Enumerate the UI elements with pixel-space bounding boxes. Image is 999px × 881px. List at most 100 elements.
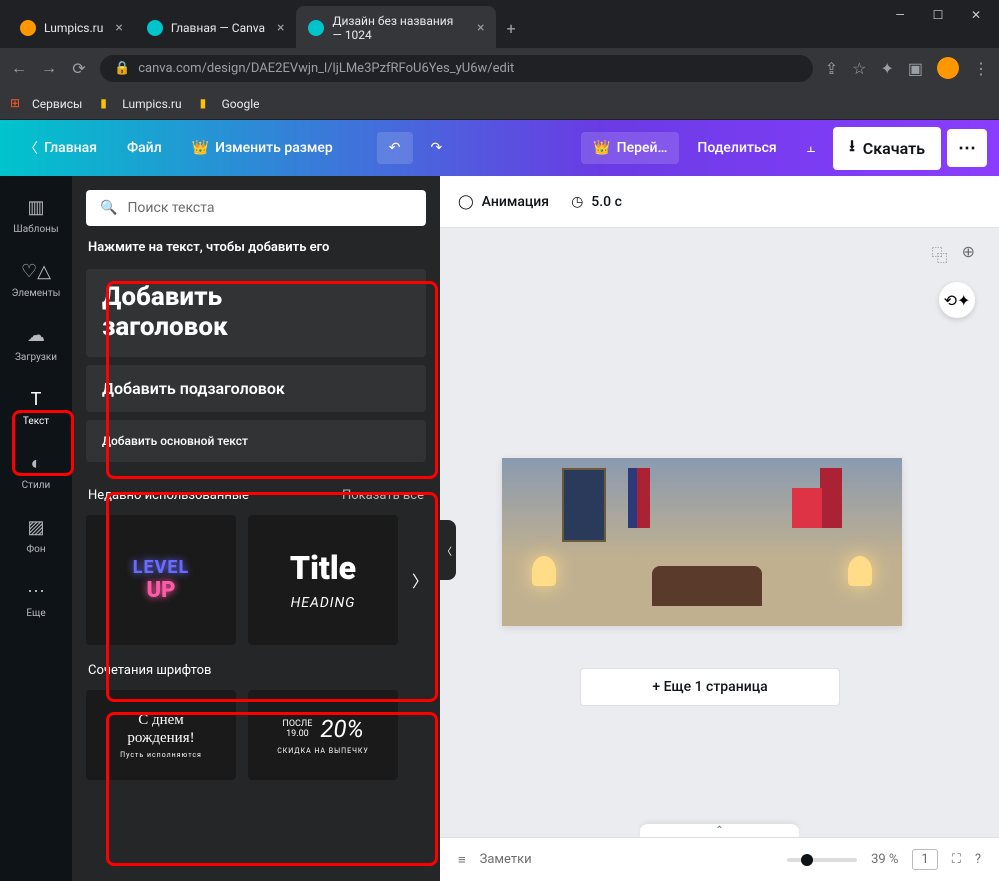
footer-bar: ≡ Заметки 39 % 1 ⛶ ? — [440, 837, 999, 881]
insights-button[interactable]: ⫠ — [795, 132, 827, 164]
background-icon: ▨ — [24, 516, 48, 540]
tab-close-icon[interactable]: × — [115, 20, 122, 36]
zoom-slider[interactable] — [787, 858, 857, 862]
notes-button[interactable]: Заметки — [480, 852, 532, 867]
nav-elements[interactable]: ♡△ Элементы — [4, 248, 68, 310]
url-input[interactable]: 🔒 canva.com/design/DAE2EVwjn_l/ljLMe3Pzf… — [100, 55, 813, 82]
collapse-panel-button[interactable]: 〈 — [438, 520, 456, 580]
app-header: 〈 Главная Файл 👑 Изменить размер ↶ ↷ 👑 П… — [0, 120, 999, 176]
panel-hint: Нажмите на текст, чтобы добавить его — [86, 236, 426, 259]
font-combo-thumb[interactable]: С днем рождения! Пусть исполняются — [86, 690, 236, 780]
clock-icon: ◷ — [571, 194, 583, 210]
design-page[interactable] — [502, 458, 902, 626]
zoom-value[interactable]: 39 % — [871, 852, 898, 867]
expand-handle[interactable]: ⌃ — [640, 823, 799, 837]
tab-title: Lumpics.ru — [44, 21, 103, 35]
styles-icon: ◐ — [24, 452, 48, 476]
canvas-area: ◯ Анимация ◷ 5.0 с ⿻ ⊕ ⟲✦ — [440, 176, 999, 881]
add-subheading-button[interactable]: Добавить подзаголовок — [86, 365, 426, 412]
lock-icon: 🔒 — [114, 61, 130, 76]
download-button[interactable]: ⭳ Скачать — [833, 127, 941, 170]
nav-text[interactable]: T Текст — [4, 376, 68, 438]
text-template-thumb[interactable]: Title HEADING — [248, 515, 398, 645]
left-nav: ▥ Шаблоны ♡△ Элементы ☁ Загрузки T Текст… — [0, 176, 72, 881]
nav-more[interactable]: ⋯ Еще — [4, 568, 68, 630]
reload-icon[interactable]: ⟳ — [70, 59, 88, 78]
help-icon[interactable]: ? — [975, 852, 981, 867]
browser-tab[interactable]: Главная — Canva × — [135, 12, 297, 44]
minimize-icon[interactable]: — — [893, 8, 907, 22]
close-icon[interactable]: ✕ — [969, 8, 983, 22]
regenerate-button[interactable]: ⟲✦ — [939, 282, 975, 318]
uploads-icon: ☁ — [24, 324, 48, 348]
add-heading-button[interactable]: Добавить заголовок — [86, 269, 426, 357]
tab-title: Дизайн без названия — 1024 — [332, 14, 465, 42]
section-title: Недавно использованные — [88, 488, 249, 503]
resize-button[interactable]: 👑 Изменить размер — [180, 132, 345, 164]
search-input[interactable]: 🔍 Поиск текста — [86, 190, 426, 226]
nav-styles[interactable]: ◐ Стили — [4, 440, 68, 502]
avatar[interactable] — [937, 57, 959, 79]
animation-button[interactable]: ◯ Анимация — [458, 194, 549, 210]
more-icon: ⋯ — [24, 580, 48, 604]
forward-icon[interactable]: → — [40, 58, 58, 78]
star-icon[interactable]: ☆ — [852, 59, 866, 78]
show-all-button[interactable]: Показать все — [342, 488, 424, 503]
text-template-thumb[interactable]: LEVEL UP — [86, 515, 236, 645]
browser-tab[interactable]: Lumpics.ru × — [8, 12, 135, 44]
add-body-button[interactable]: Добавить основной текст — [86, 420, 426, 462]
templates-icon: ▥ — [24, 196, 48, 220]
url-text: canva.com/design/DAE2EVwjn_l/ljLMe3PzfRF… — [138, 61, 514, 76]
add-page-button[interactable]: + Еще 1 страница — [580, 668, 840, 706]
nav-uploads[interactable]: ☁ Загрузки — [4, 312, 68, 374]
share-icon[interactable]: ⇪ — [825, 59, 838, 78]
menu-icon[interactable]: ⋮ — [973, 59, 989, 78]
elements-icon: ♡△ — [24, 260, 48, 284]
search-icon: 🔍 — [100, 200, 117, 216]
extension-icon[interactable]: ✦ — [880, 59, 893, 78]
canva-app: 〈 Главная Файл 👑 Изменить размер ↶ ↷ 👑 П… — [0, 120, 999, 881]
tab-title: Главная — Canva — [171, 21, 265, 35]
nav-templates[interactable]: ▥ Шаблоны — [4, 184, 68, 246]
page-grid-button[interactable]: 1 — [912, 849, 937, 870]
chevron-left-icon: 〈 — [24, 138, 38, 158]
text-icon: T — [24, 388, 48, 412]
bookmark-item[interactable]: ▮ Google — [200, 96, 260, 112]
share-button[interactable]: Поделиться — [685, 132, 788, 164]
url-bar: ← → ⟳ 🔒 canva.com/design/DAE2EVwjn_l/ljL… — [0, 48, 999, 88]
back-icon[interactable]: ← — [10, 58, 28, 78]
duration-button[interactable]: ◷ 5.0 с — [571, 194, 622, 210]
duplicate-page-icon[interactable]: ⿻ — [932, 242, 948, 266]
chevron-right-icon[interactable]: 〉 — [412, 568, 428, 592]
canvas-toolbar: ◯ Анимация ◷ 5.0 с — [440, 176, 999, 228]
animation-icon: ◯ — [458, 194, 474, 210]
bookmark-apps[interactable]: ⊞ Сервисы — [10, 96, 82, 112]
upgrade-button[interactable]: 👑 Перей… — [581, 132, 679, 164]
tab-close-icon[interactable]: × — [277, 20, 284, 36]
maximize-icon[interactable]: ☐ — [931, 8, 945, 22]
add-page-icon[interactable]: ⊕ — [962, 242, 975, 266]
new-tab-button[interactable]: + — [496, 15, 525, 42]
crown-icon: 👑 — [593, 140, 610, 156]
more-button[interactable]: ⋯ — [947, 129, 987, 167]
tab-bar: Lumpics.ru × Главная — Canva × Дизайн бе… — [0, 8, 999, 48]
browser-chrome: — ☐ ✕ Lumpics.ru × Главная — Canva × Диз… — [0, 0, 999, 120]
section-title: Сочетания шрифтов — [88, 663, 211, 678]
tab-close-icon[interactable]: × — [477, 20, 484, 36]
crown-icon: 👑 — [192, 140, 209, 156]
redo-button[interactable]: ↷ — [419, 132, 455, 164]
chart-icon: ⫠ — [807, 140, 815, 156]
font-combo-thumb[interactable]: ПОСЛЕ 19.00 20% СКИДКА НА ВЫПЕЧКУ — [248, 690, 398, 780]
file-button[interactable]: Файл — [115, 132, 174, 164]
download-icon: ⭳ — [849, 135, 855, 162]
bookmark-item[interactable]: ▮ Lumpics.ru — [100, 96, 181, 112]
home-button[interactable]: 〈 Главная — [12, 130, 109, 166]
bookmarks-bar: ⊞ Сервисы ▮ Lumpics.ru ▮ Google — [0, 88, 999, 120]
notes-icon: ≡ — [458, 852, 466, 868]
fullscreen-icon[interactable]: ⛶ — [952, 852, 961, 867]
canvas-viewport[interactable]: ⿻ ⊕ ⟲✦ + Еще 1 страница — [440, 228, 999, 837]
nav-background[interactable]: ▨ Фон — [4, 504, 68, 566]
apps-icon[interactable]: ▣ — [908, 59, 923, 78]
browser-tab[interactable]: Дизайн без названия — 1024 × — [296, 6, 496, 50]
undo-button[interactable]: ↶ — [377, 132, 413, 164]
